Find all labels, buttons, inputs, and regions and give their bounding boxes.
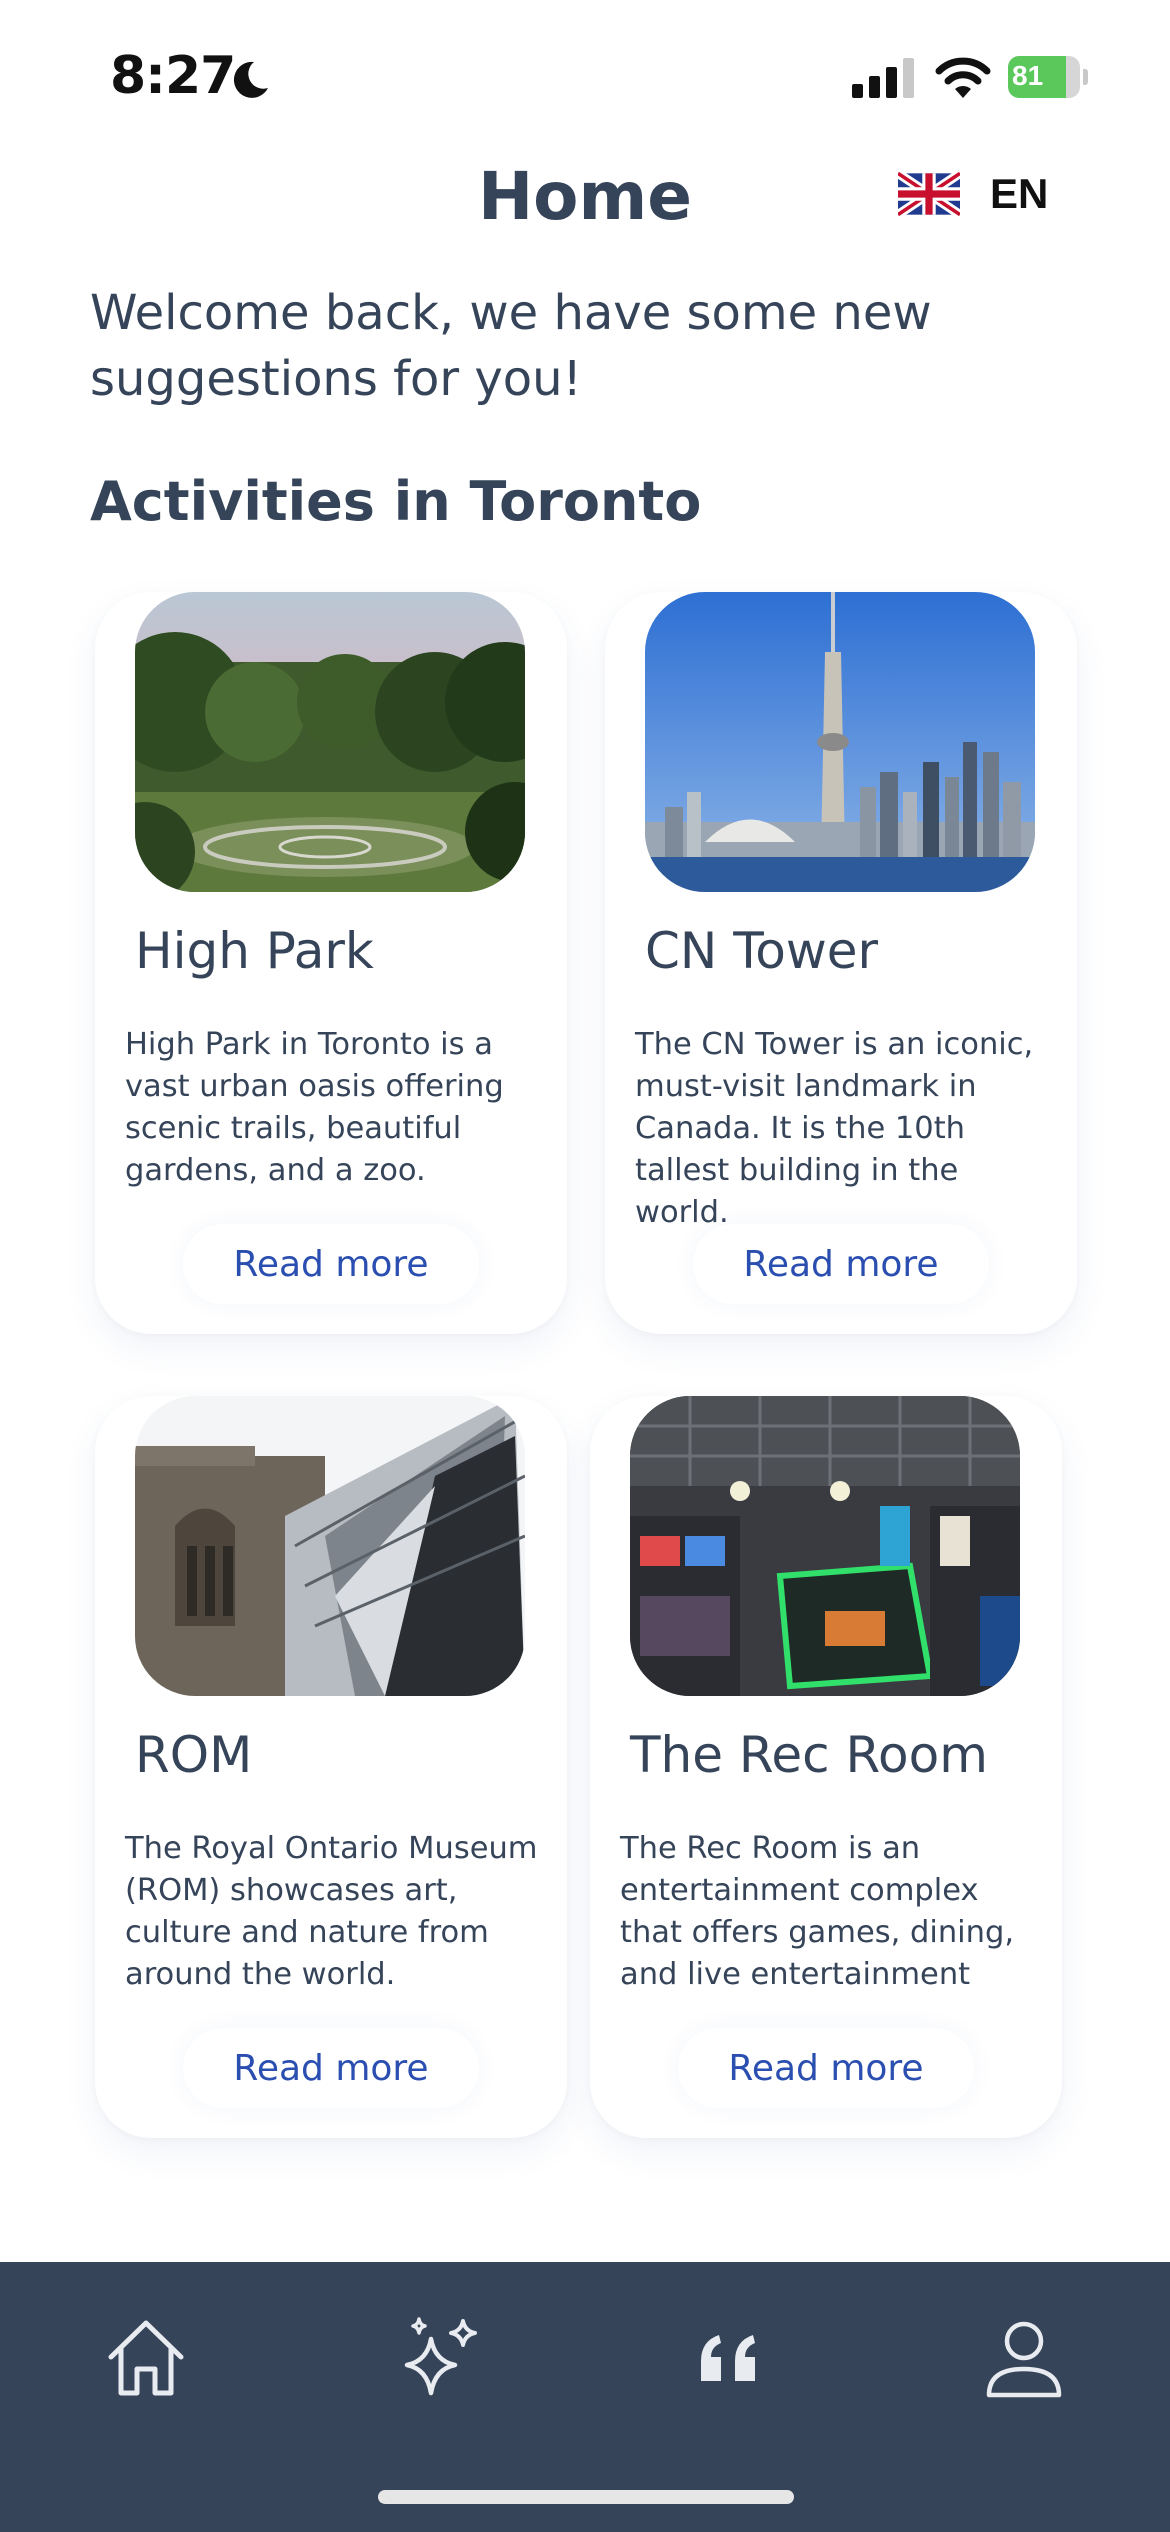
profile-icon [986, 2321, 1062, 2398]
home-screen: 8:27 81 Home EN Welcome back, we have so… [0, 0, 1170, 2532]
language-selector[interactable]: EN [898, 168, 1048, 220]
read-more-button[interactable]: Read more [183, 2028, 479, 2108]
home-icon [108, 2320, 184, 2396]
tab-home[interactable] [86, 2298, 206, 2418]
high-park-photo [135, 592, 525, 892]
tab-suggestions[interactable] [380, 2298, 500, 2418]
language-label: EN [990, 170, 1049, 217]
cn-tower-photo [645, 592, 1035, 892]
uk-flag-icon [898, 170, 960, 218]
card-description: The CN Tower is an iconic, must-visit la… [635, 1027, 1034, 1230]
signal-icon [852, 58, 914, 98]
card-description: The Royal Ontario Museum (ROM) showcases… [125, 1831, 538, 1992]
welcome-message: Welcome back, we have some new suggestio… [90, 285, 932, 407]
card-title: CN Tower [645, 922, 879, 980]
battery-indicator: 81 [1008, 56, 1088, 98]
rec-room-photo [630, 1396, 1020, 1696]
card-description: High Park in Toronto is a vast urban oas… [125, 1027, 504, 1188]
read-more-button[interactable]: Read more [183, 1224, 479, 1304]
moon-icon [233, 61, 268, 98]
quote-icon [701, 2335, 755, 2381]
activity-card-rom[interactable]: ROM The Royal Ontario Museum (ROM) showc… [95, 1396, 567, 2138]
card-title: The Rec Room [630, 1726, 988, 1784]
activity-card-cn-tower[interactable]: CN Tower The CN Tower is an iconic, must… [605, 592, 1077, 1334]
tab-profile[interactable] [964, 2298, 1084, 2418]
activity-card-high-park[interactable]: High Park High Park in Toronto is a vast… [95, 592, 567, 1334]
sparkles-icon [404, 2317, 477, 2396]
rom-photo [135, 1396, 525, 1696]
section-title: Activities in Toronto [90, 470, 702, 533]
battery-percent: 81 [1012, 60, 1044, 91]
card-description: The Rec Room is an entertainment complex… [620, 1831, 1015, 1992]
card-title: High Park [135, 922, 374, 980]
status-time: 8:27 [110, 46, 236, 106]
card-title: ROM [135, 1726, 253, 1784]
activity-card-rec-room[interactable]: The Rec Room The Rec Room is an entertai… [590, 1396, 1062, 2138]
tab-quotes[interactable] [670, 2298, 790, 2418]
home-indicator[interactable] [378, 2490, 794, 2504]
read-more-button[interactable]: Read more [693, 1224, 989, 1304]
wifi-icon [935, 57, 991, 98]
read-more-button[interactable]: Read more [678, 2028, 974, 2108]
